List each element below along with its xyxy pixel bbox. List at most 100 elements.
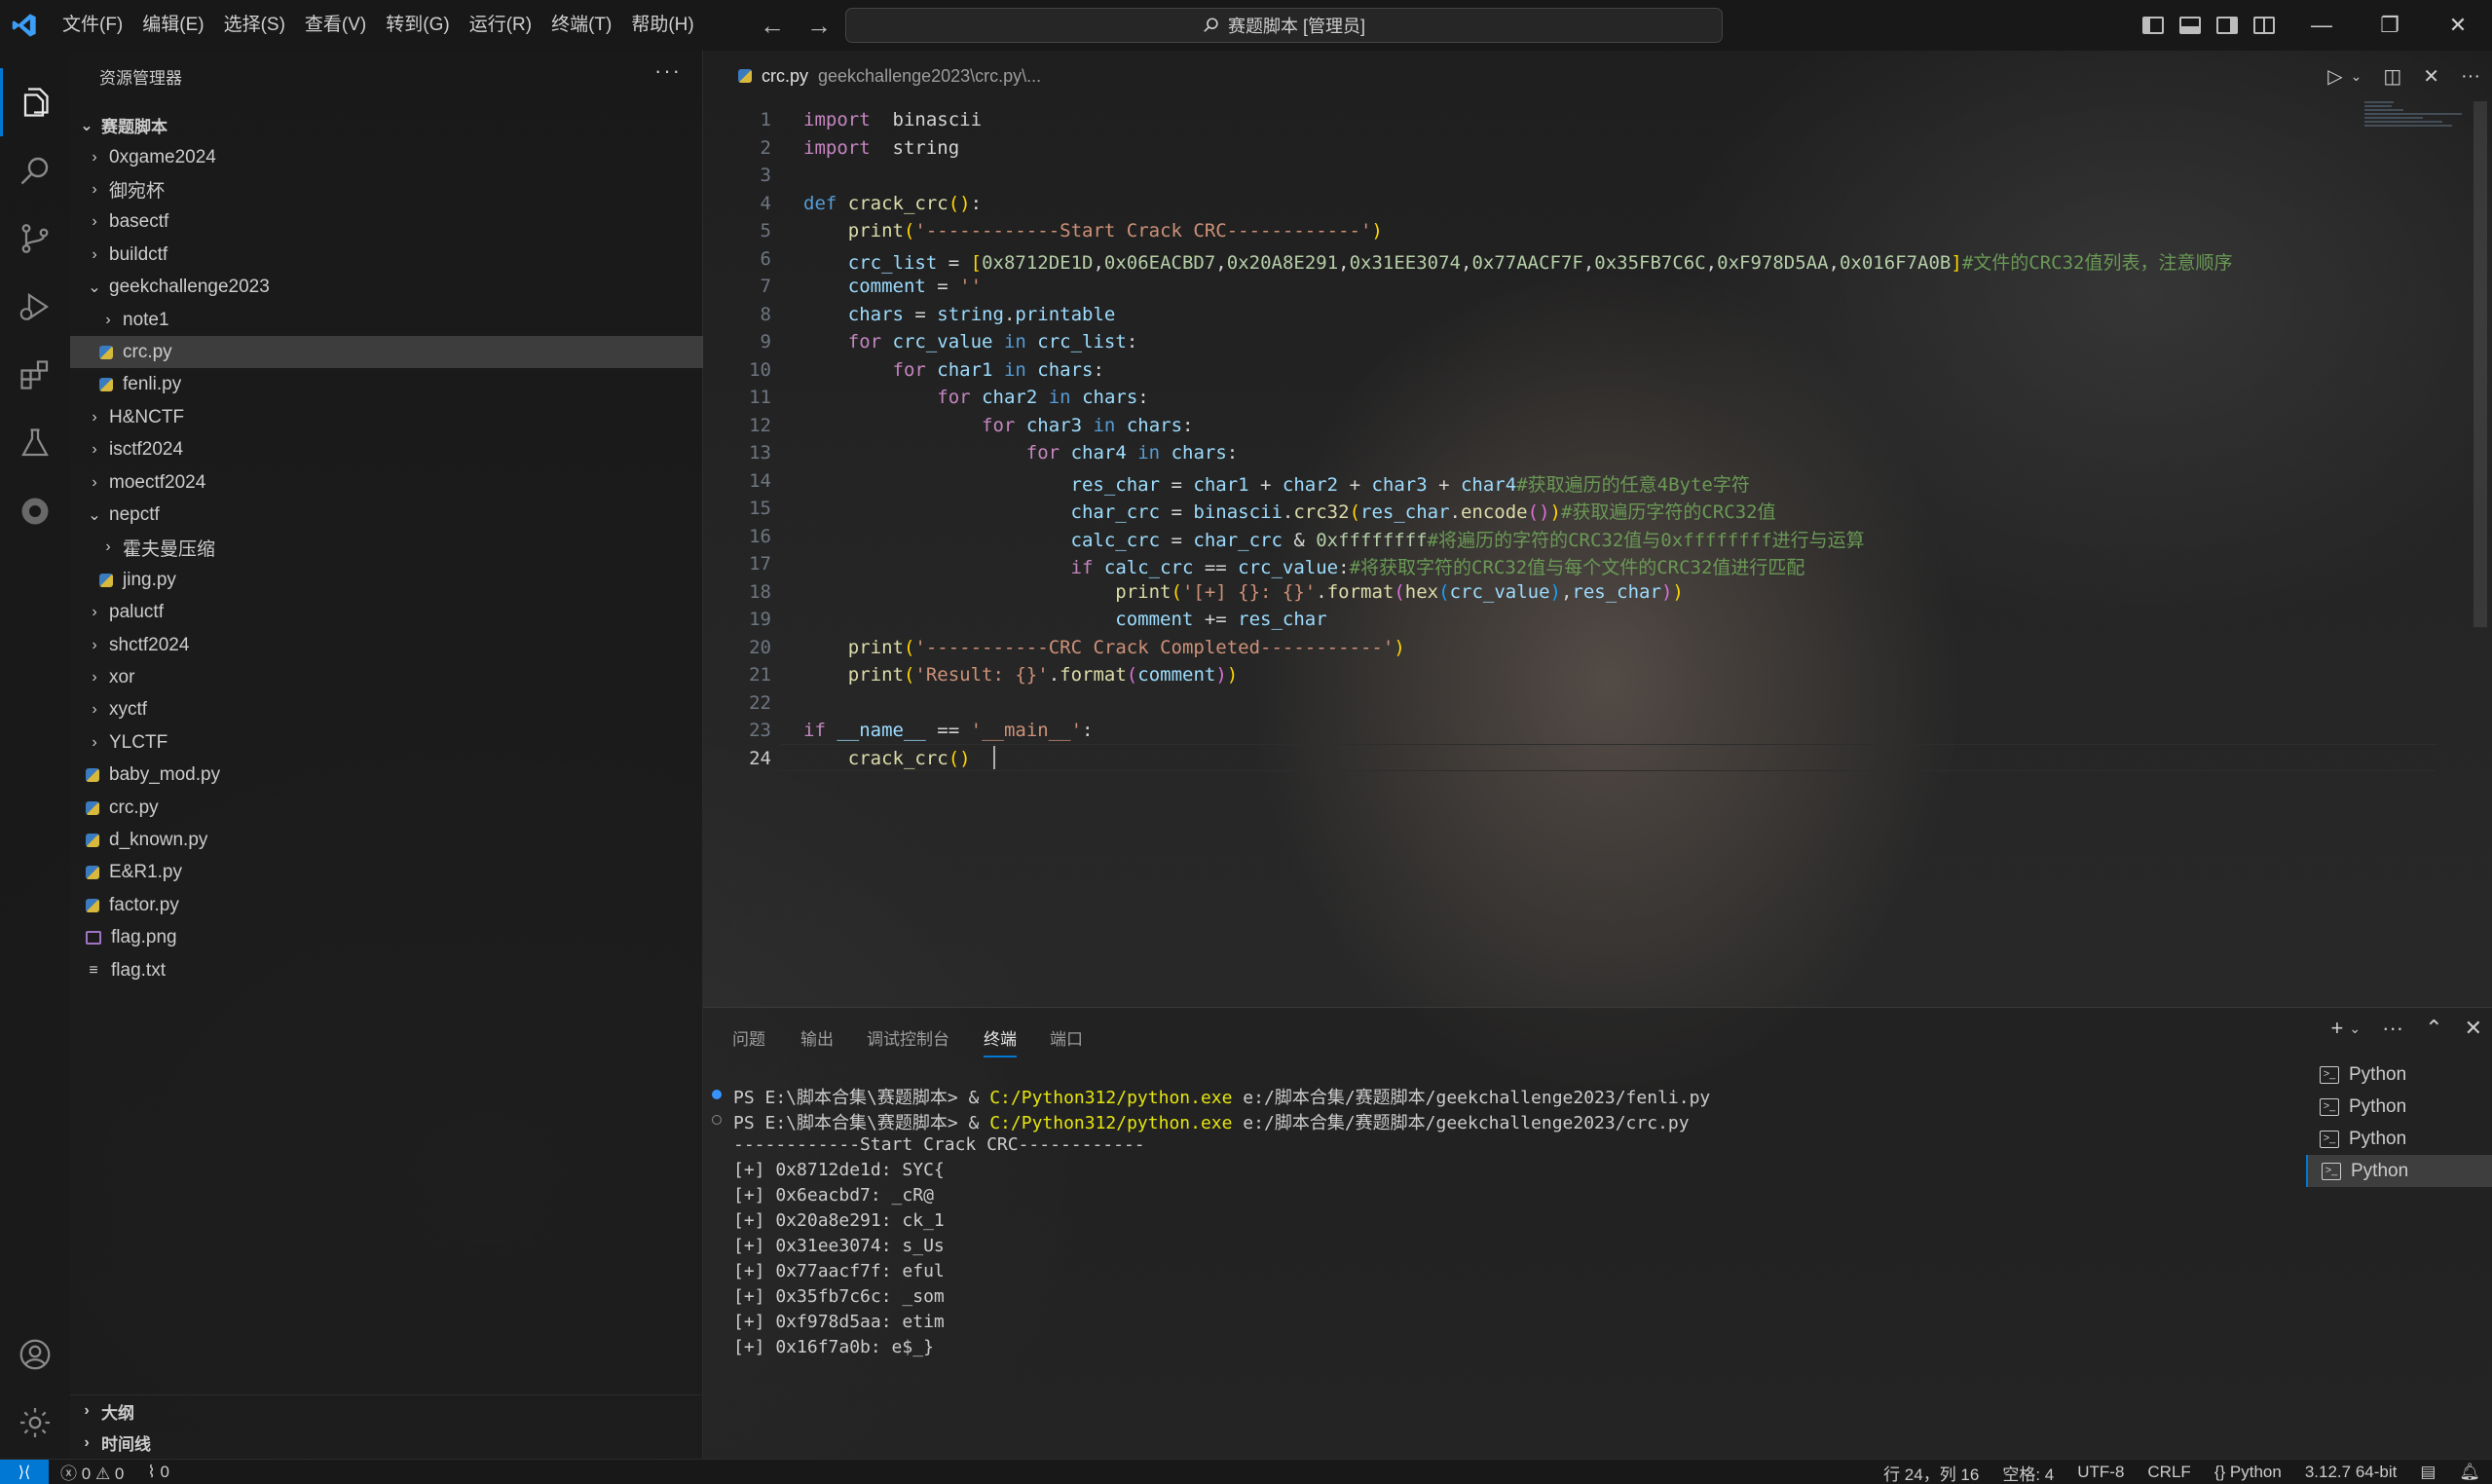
more-actions-icon[interactable]: ··· — [2461, 65, 2480, 88]
maximize-panel-icon[interactable]: ⌃ — [2425, 1016, 2442, 1041]
menu-item[interactable]: 运行(R) — [460, 0, 541, 51]
chevron-down-icon[interactable]: ⌄ — [2349, 1020, 2361, 1037]
folder-item[interactable]: › basectf — [70, 206, 703, 239]
editor-scrollbar[interactable] — [2473, 101, 2487, 627]
command-decoration-icon[interactable] — [712, 1115, 722, 1125]
run-debug-icon[interactable] — [0, 273, 70, 341]
python-file-icon — [86, 800, 99, 815]
extensions-icon[interactable] — [0, 341, 70, 409]
file-item[interactable]: crc.py — [70, 792, 703, 824]
panel-tab[interactable]: 终端 — [984, 1025, 1017, 1057]
file-item[interactable]: d_known.py — [70, 824, 703, 856]
cursor-position[interactable]: 行 24，列 16 — [1872, 1461, 1990, 1484]
close-panel-icon[interactable]: ✕ — [2465, 1016, 2482, 1041]
file-item[interactable]: E&R1.py — [70, 857, 703, 889]
folder-item[interactable]: › isctf2024 — [70, 434, 703, 466]
minimize-icon[interactable]: — — [2287, 0, 2356, 51]
account-icon[interactable] — [0, 1320, 70, 1389]
toggle-panel-icon[interactable] — [2179, 17, 2201, 34]
file-item[interactable]: factor.py — [70, 889, 703, 921]
folder-item[interactable]: › moectf2024 — [70, 466, 703, 499]
folder-item[interactable]: › note1 — [70, 304, 703, 336]
menu-item[interactable]: 选择(S) — [214, 0, 295, 51]
panel-tab[interactable]: 输出 — [800, 1025, 834, 1050]
terminal-instance[interactable]: >_ Python — [2306, 1091, 2492, 1123]
explorer-icon[interactable] — [0, 68, 70, 136]
folder-item[interactable]: › H&NCTF — [70, 401, 703, 433]
ports-status[interactable]: ⌇ 0 — [135, 1463, 181, 1482]
menu-item[interactable]: 转到(G) — [376, 0, 459, 51]
line-number: 5 — [760, 220, 771, 241]
folder-item[interactable]: › 御宛杯 — [70, 173, 703, 205]
folder-item[interactable]: › YLCTF — [70, 726, 703, 759]
folder-item[interactable]: ⌄ nepctf — [70, 499, 703, 531]
restore-icon[interactable]: ❐ — [2356, 0, 2424, 51]
notifications-bell-icon[interactable]: 🔔︎ — [2447, 1463, 2492, 1482]
folder-item[interactable]: › xyctf — [70, 694, 703, 726]
feedback-icon[interactable]: ▤ — [2408, 1463, 2447, 1482]
code-line: if __name__ == '__main__': — [803, 720, 1093, 741]
customize-layout-icon[interactable] — [2253, 17, 2275, 34]
encoding[interactable]: UTF-8 — [2065, 1463, 2136, 1482]
tab-crc-py[interactable]: crc.py geekchallenge2023\crc.py\... — [703, 51, 1041, 101]
new-terminal-icon[interactable]: + — [2331, 1016, 2344, 1041]
toggle-secondary-sidebar-icon[interactable] — [2216, 17, 2238, 34]
problems-status[interactable]: ⓧ 0 ⚠ 0 — [49, 1460, 135, 1484]
workspace-root[interactable]: ⌄ 赛题脚本 — [70, 109, 703, 141]
code-editor[interactable]: 1 import binascii 2 import string 3 4 def crac… — [703, 101, 2492, 1007]
python-interpreter[interactable]: 3.12.7 64-bit — [2293, 1463, 2409, 1482]
testing-icon[interactable] — [0, 409, 70, 477]
settings-gear-icon[interactable] — [0, 1389, 70, 1457]
file-item[interactable]: ≡ flag.txt — [70, 954, 703, 986]
panel-tab[interactable]: 端口 — [1050, 1025, 1083, 1050]
close-editor-icon[interactable]: ✕ — [2423, 64, 2439, 89]
back-arrow-icon[interactable]: ← — [760, 11, 785, 41]
remote-explorer-icon[interactable] — [0, 477, 70, 545]
search-icon[interactable] — [0, 136, 70, 204]
command-center[interactable]: 赛题脚本 [管理员] — [845, 8, 1723, 43]
timeline-section[interactable]: › 时间线 — [70, 1427, 703, 1459]
language-mode[interactable]: {} Python — [2203, 1463, 2293, 1482]
folder-item[interactable]: › buildctf — [70, 239, 703, 271]
forward-arrow-icon[interactable]: → — [806, 11, 832, 41]
folder-item[interactable]: › shctf2024 — [70, 629, 703, 661]
terminal-instance[interactable]: >_ Python — [2306, 1155, 2492, 1187]
source-control-icon[interactable] — [0, 204, 70, 273]
menu-item[interactable]: 查看(V) — [295, 0, 376, 51]
close-window-icon[interactable]: ✕ — [2424, 0, 2492, 51]
menu-item[interactable]: 编辑(E) — [132, 0, 213, 51]
run-python-file-icon[interactable]: ▷ — [2327, 64, 2342, 89]
terminal-output[interactable]: PS E:\脚本合集\赛题脚本> & C:/Python312/python.e… — [703, 1076, 2281, 1446]
file-item[interactable]: baby_mod.py — [70, 760, 703, 792]
code-token: == — [1193, 557, 1239, 578]
minimap[interactable] — [2364, 101, 2472, 140]
end-of-line[interactable]: CRLF — [2136, 1463, 2202, 1482]
panel-tab[interactable]: 调试控制台 — [867, 1025, 949, 1050]
folder-item[interactable]: › 霍夫曼压缩 — [70, 532, 703, 564]
outline-section[interactable]: › 大纲 — [70, 1394, 703, 1427]
folder-item[interactable]: ⌄ geekchallenge2023 — [70, 272, 703, 304]
file-item[interactable]: crc.py — [70, 336, 703, 369]
file-item[interactable]: flag.png — [70, 922, 703, 954]
panel-tab[interactable]: 问题 — [732, 1025, 765, 1050]
menu-item[interactable]: 终端(T) — [541, 0, 621, 51]
command-decoration-icon[interactable] — [712, 1090, 722, 1099]
split-editor-icon[interactable]: ◫ — [2383, 64, 2401, 89]
indentation[interactable]: 空格: 4 — [1990, 1461, 2065, 1484]
chevron-right-icon: › — [84, 1433, 90, 1451]
tree-item-label: H&NCTF — [109, 406, 185, 427]
folder-item[interactable]: › paluctf — [70, 597, 703, 629]
terminal-instance[interactable]: >_ Python — [2306, 1058, 2492, 1091]
menu-item[interactable]: 帮助(H) — [621, 0, 703, 51]
terminal-instance[interactable]: >_ Python — [2306, 1123, 2492, 1155]
folder-item[interactable]: › 0xgame2024 — [70, 141, 703, 173]
folder-item[interactable]: › xor — [70, 661, 703, 693]
file-item[interactable]: jing.py — [70, 564, 703, 596]
remote-indicator-icon[interactable]: ⟩⟨ — [0, 1459, 49, 1484]
more-actions-icon[interactable]: ··· — [654, 58, 682, 84]
file-item[interactable]: fenli.py — [70, 369, 703, 401]
menu-item[interactable]: 文件(F) — [53, 0, 132, 51]
toggle-primary-sidebar-icon[interactable] — [2142, 17, 2164, 34]
chevron-down-icon[interactable]: ⌄ — [2351, 68, 2362, 85]
more-actions-icon[interactable]: ··· — [2382, 1016, 2403, 1041]
